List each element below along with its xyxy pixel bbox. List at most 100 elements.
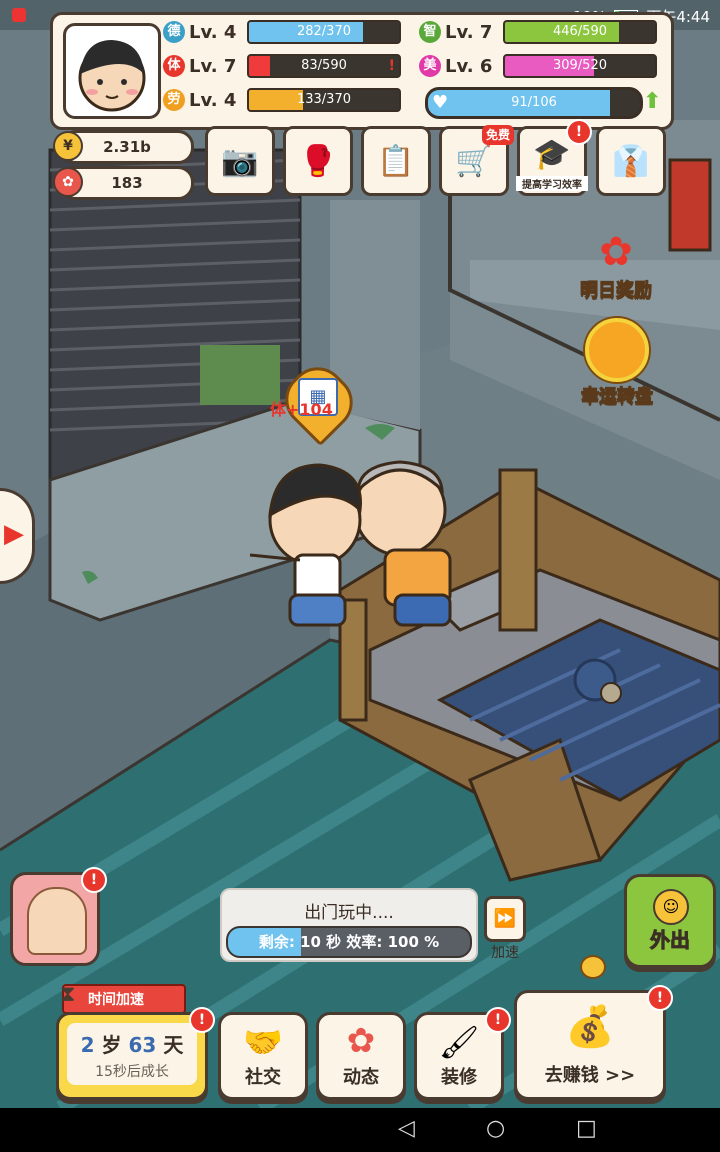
activity-remaining: 剩余: 10 秒 效率: 100 % xyxy=(258,933,440,951)
beauty-icon: 美 xyxy=(419,55,441,77)
player-avatar[interactable] xyxy=(63,23,161,119)
activity-progress: 剩余: 10 秒 效率: 100 % xyxy=(226,926,472,958)
stat-value: 282/370 xyxy=(296,24,351,39)
lucky-wheel-button[interactable]: 幸运转盘 xyxy=(572,318,662,408)
activity-title: 出门玩中.... xyxy=(304,903,394,923)
stat-value: 133/370 xyxy=(296,92,351,107)
speed-up-button[interactable]: ⏩ xyxy=(484,896,526,942)
moments-label: 动态 xyxy=(343,1067,379,1088)
suit-icon: 👔 xyxy=(612,143,650,179)
fast-forward-icon: ⏩ xyxy=(493,908,517,929)
hourglass-icon: ⧗ xyxy=(60,982,76,1007)
system-nav-bar: ◁ ○ □ xyxy=(0,1108,720,1152)
notification-badge: ! xyxy=(566,119,592,145)
camera-button[interactable]: 📷 xyxy=(205,126,275,196)
moments-button[interactable]: ✿ 动态 xyxy=(316,1012,406,1100)
affection-bar: ♥ 91/106 xyxy=(425,87,643,119)
recent-apps-icon[interactable]: □ xyxy=(576,1116,597,1141)
stat-level: Lv. 4 xyxy=(189,89,237,111)
flower-icon: ✿ xyxy=(53,167,83,197)
decorate-button[interactable]: 🖌 装修 ! xyxy=(414,1007,511,1100)
tomorrow-reward-button[interactable]: ✿ 明日奖励 xyxy=(575,228,657,302)
gold-pile-icon: 💰 xyxy=(565,1004,615,1050)
home-icon[interactable]: ○ xyxy=(486,1116,505,1141)
coin-counter: ¥ 2.31b xyxy=(53,130,194,164)
stat-level: Lv. 4 xyxy=(189,21,237,43)
grow-countdown: 15秒后成长 xyxy=(95,1064,169,1080)
stats-column-left: 德 Lv. 4 282/370 体 Lv. 7 83/590! 劳 Lv. 4 … xyxy=(163,19,401,113)
age-years: 2 xyxy=(80,1033,95,1057)
flower-value: 183 xyxy=(111,174,143,192)
stat-value: 446/590 xyxy=(552,24,607,39)
woman-portrait-icon xyxy=(27,887,87,955)
age-years-unit: 岁 xyxy=(101,1033,122,1057)
play-arrow-icon: ▶ xyxy=(4,519,24,549)
free-badge: 免费 xyxy=(481,125,514,145)
stat-gain-value: +104 xyxy=(286,400,333,419)
boxing-button[interactable]: 🥊 xyxy=(283,126,353,196)
labor-icon: 劳 xyxy=(163,89,185,111)
stat-level: Lv. 7 xyxy=(189,55,237,77)
red-flower-icon: ✿ xyxy=(599,229,633,275)
social-button[interactable]: 🤝 社交 xyxy=(218,1012,308,1100)
stat-progress-bar: 83/590! xyxy=(247,54,401,78)
morality-icon: 德 xyxy=(163,21,185,43)
go-out-label: 外出 xyxy=(650,928,691,953)
shopping-cart-icon: 🛒 xyxy=(455,143,493,179)
stats-column-right: 智 Lv. 7 446/590 美 Lv. 6 309/520 xyxy=(419,19,657,79)
affection-value: 91/106 xyxy=(511,95,557,110)
time-boost-label: 时间加速 xyxy=(88,992,144,1008)
avatar-face-icon xyxy=(78,40,146,112)
stat-level: Lv. 7 xyxy=(445,21,493,43)
back-icon[interactable]: ◁ xyxy=(398,1116,415,1141)
notification-badge: ! xyxy=(189,1007,215,1033)
alert-icon: ! xyxy=(388,58,395,74)
app-notification-icon xyxy=(12,8,26,22)
earn-money-label: 去赚钱 >> xyxy=(544,1065,636,1086)
notification-badge: ! xyxy=(81,867,107,893)
stat-value: 309/520 xyxy=(552,58,607,73)
stat-progress-bar: 282/370 xyxy=(247,20,401,44)
handshake-icon: 🤝 xyxy=(243,1023,283,1061)
smiley-icon: ☺ xyxy=(653,889,689,925)
earn-money-button[interactable]: 💰 去赚钱 >> ! xyxy=(514,985,673,1100)
speed-up-label: 加速 xyxy=(491,945,519,961)
study-efficiency-button[interactable]: 🎓 提高学习效率 ! xyxy=(516,119,592,196)
stats-panel: 德 Lv. 4 282/370 体 Lv. 7 83/590! 劳 Lv. 4 … xyxy=(50,12,674,130)
time-boost-ribbon[interactable]: ⧗ 时间加速 xyxy=(60,982,186,1014)
coin-stack-icon xyxy=(580,955,606,979)
stat-row-labor: 劳 Lv. 4 133/370 xyxy=(163,87,401,113)
stat-gain-label: 体 xyxy=(270,400,287,419)
shop-button[interactable]: 🛒 免费 xyxy=(439,125,514,196)
study-efficiency-label: 提高学习效率 xyxy=(516,176,588,191)
companion-portrait[interactable]: ! xyxy=(10,867,107,966)
stat-progress-bar: 133/370 xyxy=(247,88,401,112)
age-days-unit: 天 xyxy=(163,1033,184,1057)
stat-row-intelligence: 智 Lv. 7 446/590 xyxy=(419,19,657,45)
stat-progress-bar: 309/520 xyxy=(503,54,657,78)
physique-icon: 体 xyxy=(163,55,185,77)
stat-level: Lv. 6 xyxy=(445,55,493,77)
coin-value: 2.31b xyxy=(103,138,151,156)
teacher-icon: 🎓 xyxy=(533,136,571,172)
stat-value: 83/590 xyxy=(301,58,347,73)
clipboard-icon: 📋 xyxy=(377,143,415,179)
notification-badge: ! xyxy=(485,1007,511,1033)
social-label: 社交 xyxy=(245,1067,281,1088)
wardrobe-button[interactable]: 👔 xyxy=(596,126,666,196)
stat-gain-popup: 体+104 xyxy=(270,396,333,420)
intelligence-icon: 智 xyxy=(419,21,441,43)
boxing-gloves-icon: 🥊 xyxy=(299,143,337,179)
stat-row-physique: 体 Lv. 7 83/590! xyxy=(163,53,401,79)
stat-row-morality: 德 Lv. 4 282/370 xyxy=(163,19,401,45)
upgrade-arrow-icon[interactable]: ⬆ xyxy=(643,89,661,114)
coin-icon: ¥ xyxy=(53,131,83,161)
stat-progress-bar: 446/590 xyxy=(503,20,657,44)
notes-button[interactable]: 📋 xyxy=(361,126,431,196)
age-days: 63 xyxy=(128,1033,157,1057)
go-out-button[interactable]: ☺ 外出 xyxy=(624,874,716,968)
stat-row-beauty: 美 Lv. 6 309/520 xyxy=(419,53,657,79)
age-panel: 2 岁 63 天 15秒后成长 ! xyxy=(56,1007,215,1100)
notification-badge: ! xyxy=(647,985,673,1011)
camera-icon: 📷 xyxy=(221,143,259,179)
